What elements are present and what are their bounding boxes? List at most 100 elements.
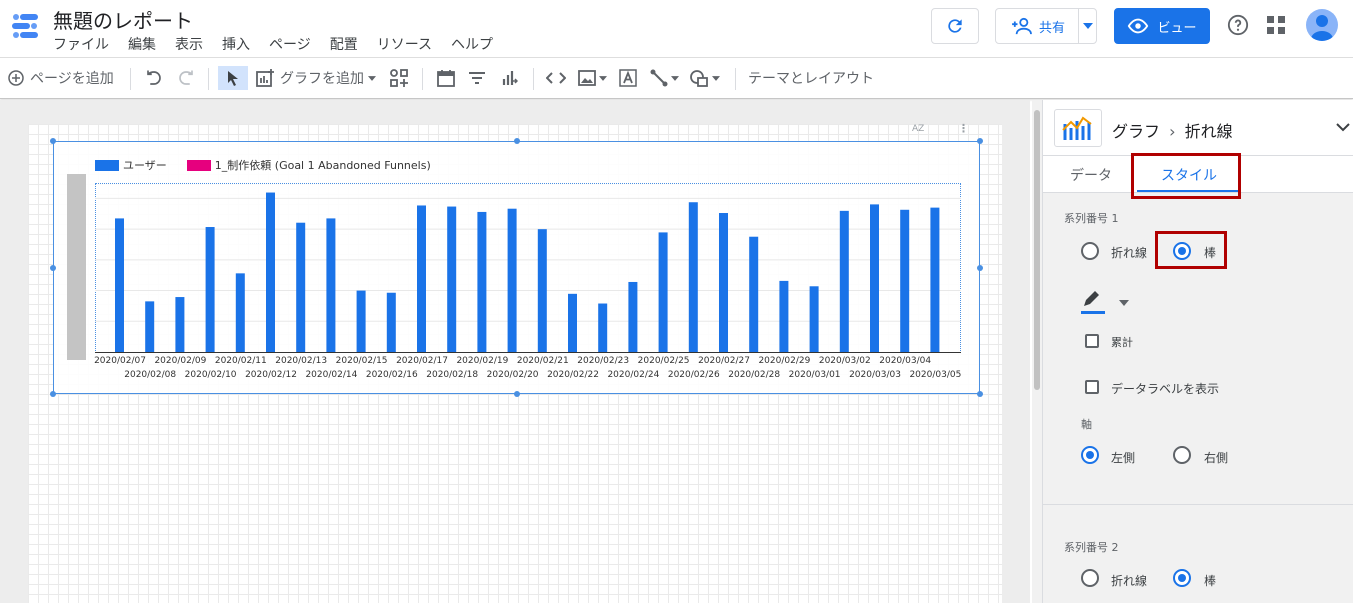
chart-legend: ユーザー 1_制作依頼 (Goal 1 Abandoned Funnels) xyxy=(95,157,431,173)
x-tick-label: 2020/02/21 xyxy=(516,356,569,366)
view-button[interactable]: ビュー xyxy=(1114,8,1210,44)
image-button[interactable] xyxy=(578,66,607,90)
series2-line-radio[interactable] xyxy=(1081,569,1099,587)
series-color-picker[interactable] xyxy=(1081,290,1109,314)
x-tick-label: 2020/02/16 xyxy=(365,370,418,380)
bar-users-2020/02/18 xyxy=(447,206,457,352)
menu-insert[interactable]: 挿入 xyxy=(222,34,250,54)
apps-grid-icon[interactable] xyxy=(1267,16,1285,34)
highlight-box-bar-option xyxy=(1155,231,1227,269)
resize-handle[interactable] xyxy=(50,391,56,397)
menu-help[interactable]: ヘルプ xyxy=(451,34,493,54)
x-axis-labels: 2020/02/07 2020/02/08 2020/02/09 2020/02/10… xyxy=(94,356,975,386)
line-button[interactable] xyxy=(650,66,679,90)
bar-users-2020/02/24 xyxy=(628,281,638,352)
sort-icon[interactable]: AZ xyxy=(912,124,924,134)
data-control-button[interactable] xyxy=(500,66,518,90)
bar-users-2020/02/14 xyxy=(326,218,336,352)
shape-button[interactable] xyxy=(689,66,720,90)
avatar[interactable] xyxy=(1306,9,1338,41)
line-icon xyxy=(650,69,668,87)
embed-url-button[interactable] xyxy=(546,66,566,90)
scrollbar-thumb[interactable] xyxy=(1034,110,1040,390)
bar-users-2020/02/28 xyxy=(749,236,759,352)
toolbar-divider xyxy=(533,68,534,90)
undo-button[interactable] xyxy=(145,66,163,90)
filter-control-button[interactable] xyxy=(468,66,486,90)
legend-swatch-goal xyxy=(186,159,211,171)
help-icon[interactable] xyxy=(1227,14,1249,36)
cumulative-checkbox[interactable] xyxy=(1085,334,1099,348)
share-dropdown[interactable] xyxy=(1078,9,1096,43)
axis-right-radio[interactable] xyxy=(1173,446,1191,464)
select-tool-button[interactable] xyxy=(218,66,248,90)
show-data-labels-checkbox[interactable] xyxy=(1085,380,1099,394)
redo-button[interactable] xyxy=(177,66,195,90)
series2-bar-label: 棒 xyxy=(1204,574,1217,588)
more-vert-icon[interactable]: ⋮ xyxy=(958,122,969,135)
bar-users-2020/02/27 xyxy=(719,213,728,352)
user-avatar-icon xyxy=(1311,15,1333,41)
text-button[interactable] xyxy=(619,66,637,90)
community-viz-button[interactable] xyxy=(389,66,409,90)
caret-down-icon xyxy=(368,75,376,81)
chevron-right-icon: › xyxy=(1169,122,1176,141)
bar-users-2020/02/15 xyxy=(356,290,366,352)
theme-layout-button[interactable]: テーマとレイアウト xyxy=(748,66,874,90)
menu-page[interactable]: ページ xyxy=(269,34,311,54)
caret-down-icon xyxy=(712,75,720,81)
add-chart-button[interactable]: グラフを追加 xyxy=(255,66,376,90)
resize-handle[interactable] xyxy=(514,138,520,144)
axis-left-radio[interactable] xyxy=(1081,446,1099,464)
menu-arrange[interactable]: 配置 xyxy=(330,34,358,54)
bar-users-2020/02/16 xyxy=(386,292,396,352)
text-box-icon xyxy=(619,69,637,87)
add-page-label: ページを追加 xyxy=(30,71,114,87)
resize-handle[interactable] xyxy=(977,138,983,144)
refresh-button[interactable] xyxy=(931,8,979,44)
bar-users-2020/02/23 xyxy=(598,303,608,352)
resize-handle[interactable] xyxy=(514,391,520,397)
x-tick-label: 2020/02/08 xyxy=(124,370,177,380)
bar-users-2020/02/25 xyxy=(658,232,668,352)
bar-users-2020/02/19 xyxy=(477,211,487,352)
share-button[interactable]: 共有 xyxy=(995,8,1097,44)
x-tick-label: 2020/02/24 xyxy=(607,370,660,380)
chevron-down-icon[interactable] xyxy=(1334,118,1352,136)
series2-bar-radio[interactable] xyxy=(1173,569,1191,587)
resize-handle[interactable] xyxy=(50,138,56,144)
series1-line-radio[interactable] xyxy=(1081,242,1099,260)
menu-file[interactable]: ファイル xyxy=(53,34,109,54)
caret-down-icon[interactable] xyxy=(1119,300,1129,306)
bar-users-2020/03/05 xyxy=(930,207,940,352)
x-tick-label: 2020/02/18 xyxy=(426,370,479,380)
date-range-button[interactable] xyxy=(437,66,455,90)
toolbar-divider xyxy=(422,68,423,90)
tab-data[interactable]: データ xyxy=(1070,165,1112,185)
x-tick-label: 2020/02/27 xyxy=(698,356,750,366)
menu-resource[interactable]: リソース xyxy=(377,34,432,54)
resize-handle[interactable] xyxy=(977,265,983,271)
x-tick-label: 2020/02/28 xyxy=(728,370,781,380)
chart-type-selector[interactable] xyxy=(1054,109,1102,147)
menu-edit[interactable]: 編集 xyxy=(128,34,156,54)
legend-swatch-users xyxy=(95,159,119,171)
bar-users-2020/02/08 xyxy=(145,301,155,352)
report-title[interactable]: 無題のレポート xyxy=(53,5,193,34)
bar-users-2020/02/21 xyxy=(537,229,547,352)
bar-users-2020/02/29 xyxy=(779,280,789,352)
canvas-scrollbar[interactable] xyxy=(1032,100,1042,603)
caret-down-icon xyxy=(1082,23,1093,29)
bar-users-2020/02/12 xyxy=(266,192,275,352)
caret-down-icon xyxy=(599,75,607,81)
x-tick-label: 2020/02/17 xyxy=(396,356,448,366)
menu-view[interactable]: 表示 xyxy=(175,34,203,54)
toolbar-divider xyxy=(130,68,131,90)
bar-users-2020/02/17 xyxy=(417,205,426,352)
combo-chart-icon xyxy=(1062,116,1092,140)
add-page-button[interactable]: ページを追加 xyxy=(8,66,114,90)
resize-handle[interactable] xyxy=(977,391,983,397)
resize-handle[interactable] xyxy=(50,265,56,271)
legend-label-goal: 1_制作依頼 (Goal 1 Abandoned Funnels) xyxy=(214,159,431,172)
components-icon xyxy=(390,69,408,87)
